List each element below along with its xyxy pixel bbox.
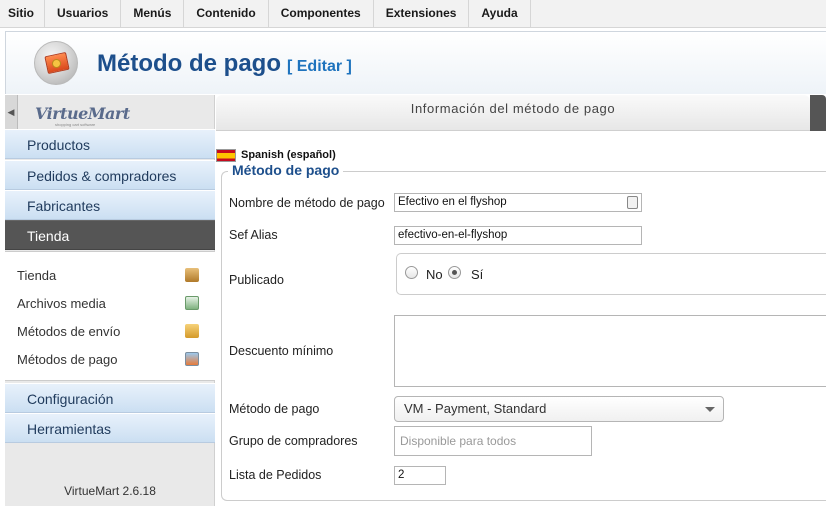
sidebar-item-tienda[interactable]: Tienda: [17, 266, 203, 286]
panel-header[interactable]: Información del método de pago: [216, 95, 810, 131]
spain-flag-icon: [216, 148, 236, 162]
discount-label: Descuento mínimo: [229, 344, 334, 358]
main-panel: Información del método de pago Spanish (…: [216, 95, 826, 506]
published-yes-label: Sí: [471, 267, 484, 282]
published-no-label: No: [426, 267, 443, 282]
sidebar-section-configuracion[interactable]: Configuración: [5, 383, 215, 413]
payment-method-icon: [34, 41, 78, 85]
sidebar-item-label: Tienda: [17, 268, 57, 283]
published-yes-radio[interactable]: [448, 266, 461, 279]
shopper-group-input[interactable]: Disponible para todos: [394, 426, 592, 456]
sidebar-item-label: Métodos de envío: [17, 324, 121, 339]
published-no-radio[interactable]: [405, 266, 418, 279]
media-files-icon: [185, 296, 199, 310]
sidebar-section-tienda[interactable]: Tienda: [5, 220, 215, 250]
sidebar: ◀ VirtueMart shopping cart software Prod…: [5, 95, 215, 506]
published-label: Publicado: [229, 273, 284, 287]
sidebar-item-label: Métodos de pago: [17, 352, 118, 367]
version-label: VirtueMart 2.6.18: [64, 484, 156, 498]
virtuemart-logo: VirtueMart shopping cart software: [35, 104, 135, 127]
menu-menus[interactable]: Menús: [121, 0, 185, 27]
top-menu-bar: Sitio Usuarios Menús Contenido Component…: [0, 0, 826, 28]
store-icon: [185, 268, 199, 282]
sidebar-item-metodos-envio[interactable]: Métodos de envío: [17, 322, 203, 342]
name-input-value: Efectivo en el flyshop: [398, 196, 507, 208]
menu-extensiones[interactable]: Extensiones: [374, 0, 470, 27]
menu-ayuda[interactable]: Ayuda: [469, 0, 531, 27]
sidebar-section-herramientas[interactable]: Herramientas: [5, 413, 215, 443]
sidebar-sublist: Tienda Archivos media Métodos de envío M…: [5, 251, 215, 381]
fieldset-legend: Método de pago: [228, 162, 344, 178]
published-radio-group: No Sí: [396, 253, 826, 295]
sidebar-toggle-icon[interactable]: ◀: [5, 95, 18, 129]
sidebar-section-fabricantes[interactable]: Fabricantes: [5, 190, 215, 220]
payment-method-select[interactable]: VM - Payment, Standard: [394, 396, 724, 422]
shipping-truck-icon: [185, 324, 199, 338]
virtuemart-logo-text: VirtueMart: [35, 104, 130, 123]
language-label: Spanish (español): [241, 149, 336, 161]
keyboard-icon[interactable]: [627, 196, 638, 209]
virtuemart-logo-tagline: shopping cart software: [55, 122, 96, 127]
page-title-text: Método de pago: [97, 50, 281, 77]
panel-header-edge: [810, 95, 826, 131]
menu-sitio[interactable]: Sitio: [0, 0, 45, 27]
coin-icon: [52, 59, 61, 68]
menu-usuarios[interactable]: Usuarios: [45, 0, 122, 27]
discount-editor[interactable]: [394, 315, 826, 387]
shopper-group-label: Grupo de compradores: [229, 434, 358, 448]
menu-contenido[interactable]: Contenido: [184, 0, 269, 27]
language-indicator: Spanish (español): [216, 148, 336, 162]
name-label: Nombre de método de pago: [229, 196, 385, 210]
sidebar-item-label: Archivos media: [17, 296, 106, 311]
payment-method-selected: VM - Payment, Standard: [404, 401, 547, 416]
sidebar-item-archivos-media[interactable]: Archivos media: [17, 294, 203, 314]
ordering-input[interactable]: 2: [394, 466, 446, 485]
edit-mode-label: [ Editar ]: [286, 58, 352, 75]
page-header: Método de pago [ Editar ]: [5, 31, 826, 94]
sidebar-section-productos[interactable]: Productos: [5, 129, 215, 159]
alias-label: Sef Alias: [229, 228, 278, 242]
chevron-down-icon: [705, 407, 715, 412]
name-input[interactable]: Efectivo en el flyshop: [394, 193, 642, 212]
menu-componentes[interactable]: Componentes: [269, 0, 374, 27]
sidebar-section-pedidos[interactable]: Pedidos & compradores: [5, 160, 215, 190]
payment-icon: [185, 352, 199, 366]
sidebar-item-metodos-pago[interactable]: Métodos de pago: [17, 350, 203, 370]
alias-input[interactable]: efectivo-en-el-flyshop: [394, 226, 642, 245]
method-label: Método de pago: [229, 402, 320, 416]
ordering-label: Lista de Pedidos: [229, 468, 322, 482]
page-title: Método de pago [ Editar ]: [97, 50, 352, 78]
